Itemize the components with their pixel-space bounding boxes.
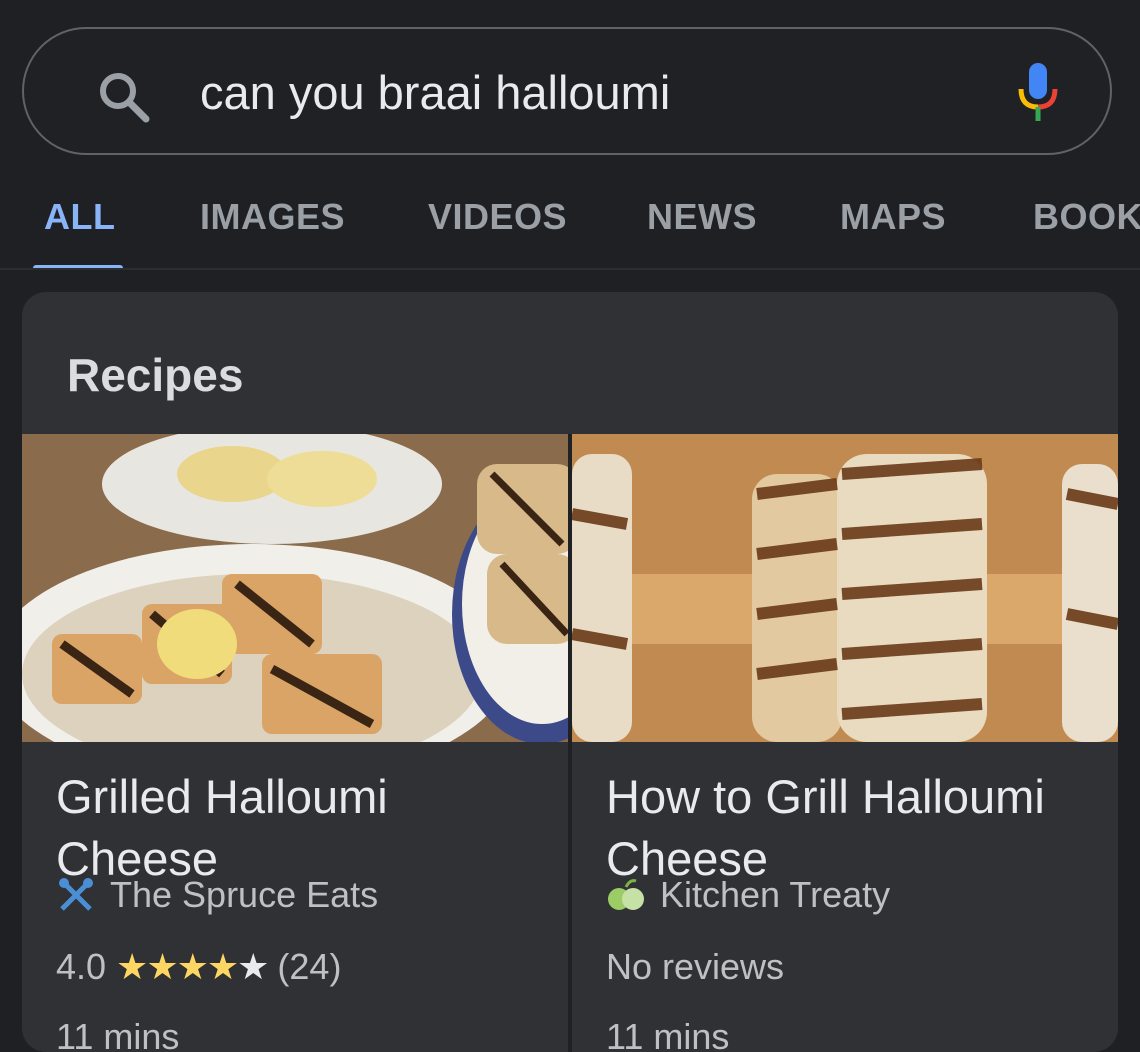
rating-value: 4.0 xyxy=(56,946,107,987)
recipe-reviews: No reviews xyxy=(606,946,784,988)
tab-videos[interactable]: VIDEOS xyxy=(428,196,567,238)
fruit-icon xyxy=(608,879,644,910)
recipes-heading: Recipes xyxy=(67,349,244,401)
recipe-source-name: Kitchen Treaty xyxy=(660,874,891,915)
recipe-source-name: The Spruce Eats xyxy=(110,874,379,915)
microphone-icon[interactable] xyxy=(1016,61,1060,125)
no-reviews-text: No reviews xyxy=(606,946,785,987)
search-tabs: ALL IMAGES VIDEOS NEWS MAPS BOOK xyxy=(0,160,1140,270)
recipe-time: 11 mins xyxy=(606,1016,730,1052)
tab-news[interactable]: NEWS xyxy=(647,196,757,238)
filled-stars: ★★★★ xyxy=(116,946,239,987)
recipe-card-how-to-grill-halloumi[interactable]: How to Grill Halloumi Cheese Kitchen Tre… xyxy=(572,434,1118,1052)
recipe-time: 11 mins xyxy=(56,1016,180,1052)
recipe-card-grilled-halloumi[interactable]: Grilled Halloumi Cheese The Spruce Eats … xyxy=(22,434,568,1052)
utensils-icon xyxy=(59,878,93,911)
last-star: ★ xyxy=(237,946,269,987)
review-count: (24) xyxy=(277,946,342,987)
tab-images[interactable]: IMAGES xyxy=(200,196,345,238)
recipe-image[interactable] xyxy=(22,434,568,742)
search-icon[interactable] xyxy=(94,67,154,127)
tab-maps[interactable]: MAPS xyxy=(840,196,946,238)
recipe-title[interactable]: Grilled Halloumi Cheese xyxy=(56,766,556,890)
star-rating-icon: ★★★★★ xyxy=(116,946,269,988)
recipe-title[interactable]: How to Grill Halloumi Cheese xyxy=(606,766,1106,890)
tab-all[interactable]: ALL xyxy=(44,196,115,238)
recipe-source: Kitchen Treaty xyxy=(606,874,890,916)
tab-books[interactable]: BOOK xyxy=(1033,196,1140,238)
search-bar[interactable]: can you braai halloumi xyxy=(22,27,1112,155)
search-input[interactable]: can you braai halloumi xyxy=(200,65,670,120)
recipe-rating: 4.0 ★★★★★ (24) xyxy=(56,946,341,988)
recipes-card: Recipes Grilled Halloumi Cheese The Spru… xyxy=(22,292,1118,1052)
recipe-source: The Spruce Eats xyxy=(56,874,378,916)
recipe-image[interactable] xyxy=(572,434,1118,742)
tabs-divider xyxy=(0,268,1140,270)
